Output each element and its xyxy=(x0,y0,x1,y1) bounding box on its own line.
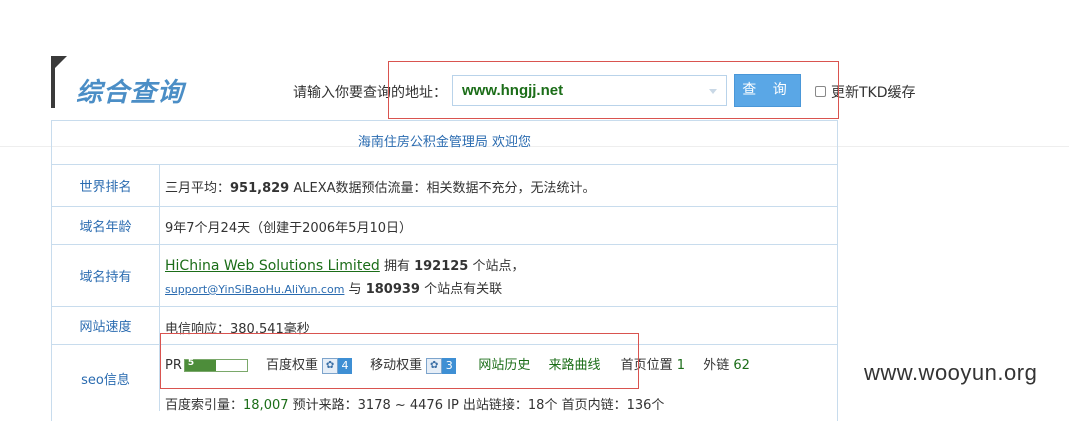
rank-value: 三月平均：951,829 ALEXA数据预估流量：相关数据不充分，无法统计。 xyxy=(165,181,596,196)
row-label: 域名年龄 xyxy=(52,207,160,244)
welcome-row: 海南住房公积金管理局 欢迎您 xyxy=(52,120,837,164)
highlight-box xyxy=(388,61,839,119)
page-title: 综合查询 xyxy=(76,78,185,108)
row-label: 世界排名 xyxy=(52,165,160,206)
outlinks-value[interactable]: 62 xyxy=(733,358,750,373)
home-position-value[interactable]: 1 xyxy=(677,358,685,373)
highlight-box xyxy=(160,333,639,389)
outlinks-label: 外链 xyxy=(703,358,730,373)
row-label: 网站速度 xyxy=(52,307,160,344)
table-row: 域名年龄 9年7个月24天（创建于2006年5月10日） xyxy=(52,206,837,244)
email-link[interactable]: support@YinSiBaoHu.AliYun.com xyxy=(165,283,344,296)
domain-age-value: 9年7个月24天（创建于2006年5月10日） xyxy=(165,221,412,236)
table-row: 域名持有 HiChina Web Solutions Limited 拥有 19… xyxy=(52,244,837,306)
watermark: www.wooyun.org xyxy=(864,360,1038,385)
title-accent-notch xyxy=(55,56,67,68)
table-row: 世界排名 三月平均：951,829 ALEXA数据预估流量：相关数据不充分，无法… xyxy=(52,164,837,206)
registrar-link[interactable]: HiChina Web Solutions Limited xyxy=(165,258,380,274)
tkd-cache-label: 更新TKD缓存 xyxy=(831,85,916,101)
row-label: seo信息 xyxy=(52,345,160,411)
row-label: 域名持有 xyxy=(52,245,160,306)
baidu-index-value[interactable]: 18,007 xyxy=(243,398,289,413)
